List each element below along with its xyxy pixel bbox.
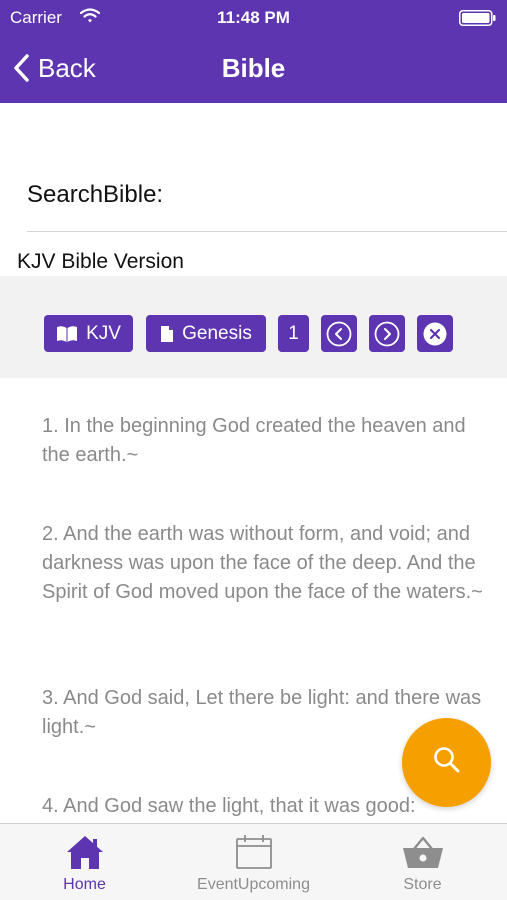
tab-home-label: Home (63, 876, 106, 893)
calendar-icon (235, 824, 273, 870)
search-fab-button[interactable] (402, 718, 491, 807)
next-chapter-button[interactable] (369, 315, 405, 352)
status-bar: Carrier 11:48 PM (0, 0, 507, 36)
tab-store-label: Store (403, 876, 442, 893)
bible-toolbar: KJV Genesis 1 (0, 276, 507, 378)
verse-item[interactable]: 1. In the beginning God created the heav… (42, 412, 487, 470)
book-open-icon (56, 325, 78, 343)
version-button[interactable]: KJV (44, 315, 133, 352)
book-button[interactable]: Genesis (146, 315, 266, 352)
close-button[interactable] (417, 315, 453, 352)
document-icon (160, 325, 174, 343)
header: Carrier 11:48 PM Back Bible (0, 0, 507, 103)
tab-home[interactable]: Home (0, 824, 169, 900)
search-icon (432, 745, 462, 780)
search-underline (27, 231, 507, 232)
page-title: Bible (221, 53, 286, 83)
book-button-label: Genesis (182, 322, 252, 344)
tab-store[interactable]: Store (338, 824, 507, 900)
battery-icon (459, 10, 497, 26)
tab-event-upcoming-label: EventUpcoming (197, 876, 310, 893)
tab-bar: Home EventUpcoming Store (0, 823, 507, 900)
close-circle-icon (422, 321, 448, 347)
chapter-button-label: 1 (288, 322, 299, 344)
chapter-button[interactable]: 1 (278, 315, 309, 352)
verse-item[interactable]: 2. And the earth was without form, and v… (42, 520, 487, 607)
clock: 11:48 PM (217, 8, 290, 27)
tab-event-upcoming[interactable]: EventUpcoming (169, 824, 338, 900)
chevron-right-circle-icon (374, 321, 400, 347)
home-icon (66, 824, 104, 870)
chevron-left-circle-icon (326, 321, 352, 347)
nav-bar: Back Bible (0, 36, 507, 103)
version-button-label: KJV (86, 322, 121, 344)
version-label: KJV Bible Version (17, 250, 184, 273)
basket-icon (401, 824, 445, 870)
previous-chapter-button[interactable] (321, 315, 357, 352)
search-label[interactable]: SearchBible: (27, 181, 163, 209)
